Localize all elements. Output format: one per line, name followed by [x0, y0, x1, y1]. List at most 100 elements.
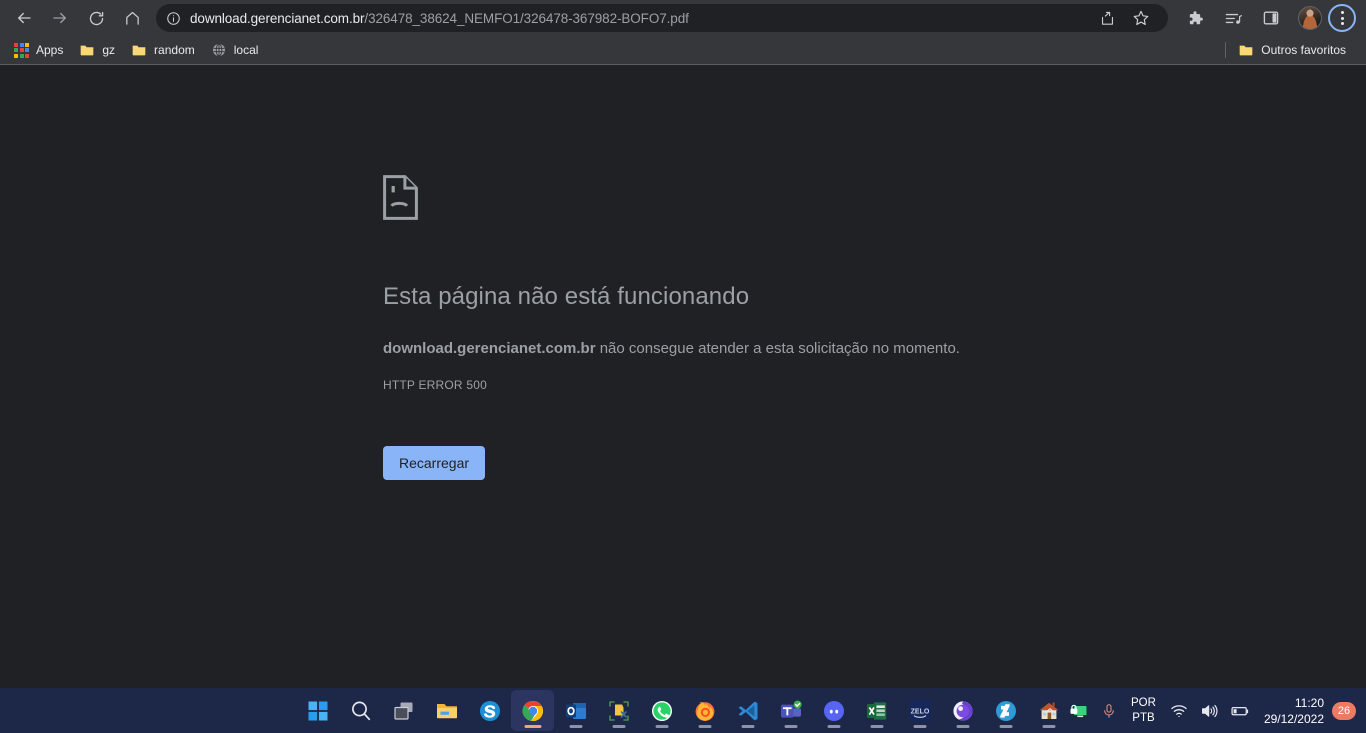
forward-button[interactable]	[46, 4, 74, 32]
page-title: Esta página não está funcionando	[383, 283, 750, 310]
teams-icon	[780, 700, 802, 718]
snipping-tool-button[interactable]	[597, 690, 640, 731]
monitor-lock-icon	[1070, 704, 1087, 717]
bookmark-gz[interactable]: gz	[75, 39, 123, 61]
folder-icon	[436, 703, 457, 718]
svg-text:ZELO: ZELO	[910, 708, 929, 715]
discord-icon	[823, 700, 844, 721]
globe-icon	[212, 43, 225, 57]
zello-button[interactable]: ZELO	[898, 690, 941, 731]
deviantart-button[interactable]	[984, 690, 1027, 731]
folder-icon	[81, 45, 94, 56]
home-button[interactable]	[118, 4, 146, 32]
reload-icon	[89, 11, 103, 25]
purple-app-button[interactable]	[941, 690, 984, 731]
clock[interactable]: 11:20 29/12/2022	[1256, 695, 1330, 727]
bookmark-label: local	[233, 43, 259, 57]
url-path: /326478_38624_NEMFO1/326478-367982-BOFO7…	[364, 10, 689, 26]
other-bookmarks-group: Outros favoritos	[1225, 39, 1358, 61]
chrome-icon	[521, 700, 543, 721]
puzzle-piece-icon	[1189, 11, 1203, 25]
language-indicator[interactable]: POR PTB	[1123, 696, 1164, 726]
error-description-rest: não consegue atender a esta solicitação …	[595, 339, 960, 357]
firefox-button[interactable]	[683, 690, 726, 731]
avatar[interactable]	[1298, 6, 1322, 30]
media-playlist-icon	[1225, 13, 1242, 24]
sad-document-icon	[383, 175, 1366, 225]
bookmark-random[interactable]: random	[127, 39, 203, 61]
back-button[interactable]	[10, 4, 38, 32]
browser-toolbar: download.gerencianet.com.br/326478_38624…	[0, 0, 1366, 36]
teams-button[interactable]	[769, 690, 812, 731]
url-text: download.gerencianet.com.br/326478_38624…	[190, 11, 1084, 26]
whatsapp-icon	[651, 700, 672, 721]
firefox-icon	[695, 701, 714, 721]
home-icon	[125, 11, 139, 25]
folder-icon	[1239, 45, 1253, 56]
chevron-up-icon	[1044, 707, 1056, 713]
running-indicator	[784, 725, 797, 728]
discord-button[interactable]	[812, 690, 855, 731]
skype-button[interactable]	[468, 690, 511, 731]
skype-icon	[479, 700, 500, 721]
deviantart-icon	[995, 700, 1016, 721]
bookmarks-bar: Apps gz random local Outros favoritos	[0, 36, 1366, 65]
tray-wifi-button[interactable]	[1164, 690, 1194, 731]
info-circle-icon[interactable]	[164, 9, 182, 27]
side-panel-button[interactable]	[1257, 4, 1285, 32]
tray-microphone-button[interactable]	[1095, 690, 1123, 731]
menu-dot	[1340, 22, 1344, 25]
toolbar-right-actions	[1176, 4, 1360, 32]
task-view-icon	[393, 702, 412, 720]
taskbar-search-button[interactable]	[339, 690, 382, 731]
notification-badge[interactable]: 26	[1332, 701, 1356, 720]
running-indicator	[870, 725, 883, 728]
outlook-button[interactable]	[554, 690, 597, 731]
bookmark-apps[interactable]: Apps	[10, 39, 71, 61]
extensions-button[interactable]	[1181, 4, 1209, 32]
tray-battery-button[interactable]	[1224, 690, 1256, 731]
running-indicator	[612, 725, 625, 728]
outlook-icon	[565, 702, 586, 719]
chrome-button[interactable]	[511, 690, 554, 731]
arrow-right-icon	[53, 12, 66, 24]
url-host: download.gerencianet.com.br	[190, 10, 365, 26]
clock-date: 29/12/2022	[1263, 711, 1324, 726]
excel-button[interactable]	[855, 690, 898, 731]
language-line-1: POR	[1131, 696, 1156, 709]
bookmark-other-favorites[interactable]: Outros favoritos	[1234, 39, 1354, 61]
reload-button[interactable]	[82, 4, 110, 32]
bookmark-button[interactable]	[1127, 4, 1155, 32]
share-button[interactable]	[1093, 4, 1121, 32]
vscode-button[interactable]	[726, 690, 769, 731]
tray-volume-button[interactable]	[1194, 690, 1224, 731]
side-panel-icon	[1263, 11, 1279, 25]
address-bar[interactable]: download.gerencianet.com.br/326478_38624…	[156, 4, 1168, 32]
task-view-button[interactable]	[382, 690, 425, 731]
start-button[interactable]	[296, 690, 339, 731]
whatsapp-button[interactable]	[640, 690, 683, 731]
file-explorer-button[interactable]	[425, 690, 468, 731]
bookmark-label: gz	[102, 43, 116, 57]
purple-circle-icon	[952, 700, 973, 721]
bookmark-label: Apps	[36, 43, 64, 57]
media-control-button[interactable]	[1219, 4, 1247, 32]
clock-time: 11:20	[1294, 695, 1324, 710]
tray-monitor-button[interactable]	[1063, 690, 1095, 731]
bookmark-label: random	[154, 43, 195, 57]
bookmark-label: Outros favoritos	[1261, 43, 1346, 57]
speaker-icon	[1201, 704, 1218, 717]
running-indicator	[524, 725, 541, 728]
running-indicator	[655, 725, 668, 728]
reload-page-button[interactable]: Recarregar	[383, 446, 486, 481]
bookmark-local[interactable]: local	[207, 39, 267, 61]
tray-overflow-button[interactable]	[1037, 690, 1063, 731]
running-indicator	[741, 725, 754, 728]
share-icon	[1101, 11, 1113, 25]
omnibox-actions	[1090, 4, 1158, 32]
chrome-menu-button[interactable]	[1328, 4, 1356, 32]
menu-dot	[1340, 16, 1344, 20]
arrow-left-icon	[18, 12, 31, 24]
running-indicator	[913, 725, 926, 728]
star-icon	[1133, 10, 1149, 26]
